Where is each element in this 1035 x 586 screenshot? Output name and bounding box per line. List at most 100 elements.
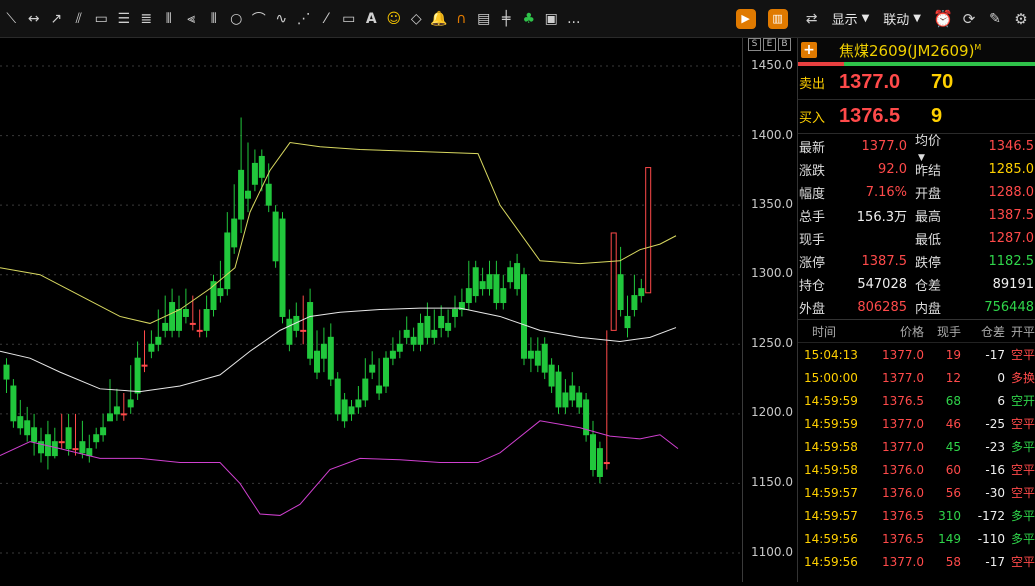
candle	[355, 399, 362, 408]
ray-icon[interactable]: ↔	[23, 8, 46, 30]
chevron-down-icon: ▼	[913, 13, 921, 24]
stat-value: 756448	[984, 300, 1034, 315]
candle	[596, 448, 603, 477]
tick-oi: -17	[985, 347, 1005, 362]
candle	[417, 322, 424, 345]
vip-video-button[interactable]: ▶	[735, 8, 756, 29]
tick-type: 空开	[1010, 394, 1035, 408]
tick-oi: -30	[985, 485, 1005, 500]
fan-icon[interactable]: ⋰	[293, 8, 316, 30]
pencil-icon: ✎	[989, 10, 1001, 27]
alarm-clock-button[interactable]: ⏰	[933, 9, 953, 29]
tick-type: 空平	[1010, 417, 1035, 431]
note-icon[interactable]: ▤	[473, 8, 496, 30]
candle	[645, 167, 652, 294]
text-icon[interactable]: A	[360, 8, 383, 30]
fibonacci-icon[interactable]: ☰	[113, 8, 136, 30]
swap-button[interactable]: ⇄	[802, 9, 822, 29]
tick-vol: 68	[945, 393, 961, 408]
add-button[interactable]: +	[801, 42, 817, 58]
tick-time: 14:59:56	[804, 531, 858, 546]
tick-oi: 0	[997, 370, 1005, 385]
more-icon[interactable]: ...	[563, 8, 586, 30]
tick-price: 1376.5	[882, 531, 924, 546]
tick-price: 1376.0	[882, 485, 924, 500]
stat-value: 92.0	[878, 162, 907, 177]
rectangle-icon[interactable]: ▭	[90, 8, 113, 30]
picture-icon[interactable]: ▣	[540, 8, 563, 30]
clover-icon[interactable]: ♣	[518, 8, 541, 30]
refresh-button[interactable]: ⟳	[959, 9, 979, 29]
circle-icon[interactable]: ○	[225, 8, 248, 30]
toolbar: ⟍ ↔ ↗ ⫽ ▭ ☰ ≣ ⦀ ⫷ ⦀ ○ ⌒ ∿ ⋰ ⁄ ▭ A ☺ ◇ 🔔 ∩ ▤ ╪ ♣ ▣... ▶ ▥ ⇄ 显示 ▼ 联…	[0, 0, 1035, 38]
alarm-bell-icon[interactable]: 🔔	[428, 8, 451, 30]
edit-button[interactable]: ✎	[985, 9, 1005, 29]
arrow-icon[interactable]: ↗	[45, 8, 68, 30]
magnet-icon[interactable]: ∩	[450, 8, 473, 30]
panel-header: + 焦煤2609(JM2609)M	[798, 38, 1035, 62]
tick-row: 14:59:59 1376.5 68 6 空开	[798, 389, 1035, 412]
candle	[107, 413, 113, 422]
emoji-icon[interactable]: ☺	[383, 8, 406, 30]
eraser-icon[interactable]: ◇	[405, 8, 428, 30]
tick-vol: 46	[945, 416, 961, 431]
axis-mode-button[interactable]: S	[748, 38, 761, 51]
tick-header-cell: 时间	[812, 324, 837, 339]
tick-price: 1376.0	[882, 462, 924, 477]
pencil-icon[interactable]: ⁄	[315, 8, 338, 30]
parallel-lines-icon[interactable]: ⫽	[68, 8, 91, 30]
speed-lines-icon[interactable]: ⫷	[180, 8, 203, 30]
toolbar-right: ▶ ▥ ⇄ 显示 ▼ 联动 ▼ ⏰ ⟳ ✎ ⚙	[730, 0, 1035, 37]
candle	[445, 322, 452, 331]
tick-oi: -16	[985, 462, 1005, 477]
tick-price: 1377.0	[882, 439, 924, 454]
candle	[238, 169, 245, 220]
candle	[486, 274, 493, 290]
tick-type: 空平	[1010, 348, 1035, 362]
tick-row: 15:00:00 1377.0 12 0 多换	[798, 366, 1035, 389]
tick-vol: 310	[938, 508, 961, 523]
tick-row: 14:59:58 1376.0 60 -16 空平	[798, 458, 1035, 481]
candlestick-chart[interactable]	[0, 38, 742, 582]
tick-type: 空平	[1010, 463, 1035, 477]
candle	[534, 350, 541, 366]
stat-label: 外盘	[799, 302, 826, 317]
wave-icon[interactable]: ∿	[270, 8, 293, 30]
cycle-lines-icon[interactable]: ⦀	[203, 8, 226, 30]
link-menu[interactable]: 联动 ▼	[883, 9, 921, 28]
candle	[134, 357, 141, 394]
candle	[334, 378, 341, 415]
vip-chart-button[interactable]: ▥	[767, 8, 788, 29]
candle	[10, 385, 17, 422]
tick-oi: -23	[985, 439, 1005, 454]
fibonacci-retracement-icon[interactable]: ≣	[135, 8, 158, 30]
settings-button[interactable]: ⚙	[1011, 9, 1031, 29]
candle	[72, 448, 79, 451]
ticks-list[interactable]: 15:04:13 1377.0 19 -17 空平 15:00:00 1377.0 12 0 多换…	[798, 343, 1035, 573]
candle	[548, 364, 555, 387]
candle	[555, 371, 562, 408]
candle	[403, 329, 410, 338]
line-segment-icon[interactable]: ⟍	[0, 8, 23, 30]
axis-mode-button[interactable]: E	[763, 38, 776, 51]
gann-icon[interactable]: ⦀	[158, 8, 181, 30]
crosshair-icon[interactable]: ╪	[495, 8, 518, 30]
candle	[100, 427, 107, 436]
candle	[203, 309, 210, 331]
candle	[251, 162, 258, 185]
tick-time: 14:59:56	[804, 554, 858, 569]
candle	[265, 183, 272, 206]
upper-band-line	[0, 141, 677, 324]
tick-oi: -25	[985, 416, 1005, 431]
tick-row: 14:59:56 1377.0 58 -17 空平	[798, 550, 1035, 573]
arc-icon[interactable]: ⌒	[248, 8, 271, 30]
axis-mode-button[interactable]: B	[778, 38, 791, 51]
price-axis-label: 1150.0	[751, 475, 793, 489]
tick-time: 14:59:58	[804, 439, 858, 454]
refresh-icon: ⟳	[962, 9, 976, 28]
tick-price: 1377.0	[882, 370, 924, 385]
candle	[541, 343, 548, 373]
ruler-icon[interactable]: ▭	[338, 8, 361, 30]
display-menu[interactable]: 显示 ▼	[832, 9, 870, 28]
candle	[452, 309, 458, 317]
